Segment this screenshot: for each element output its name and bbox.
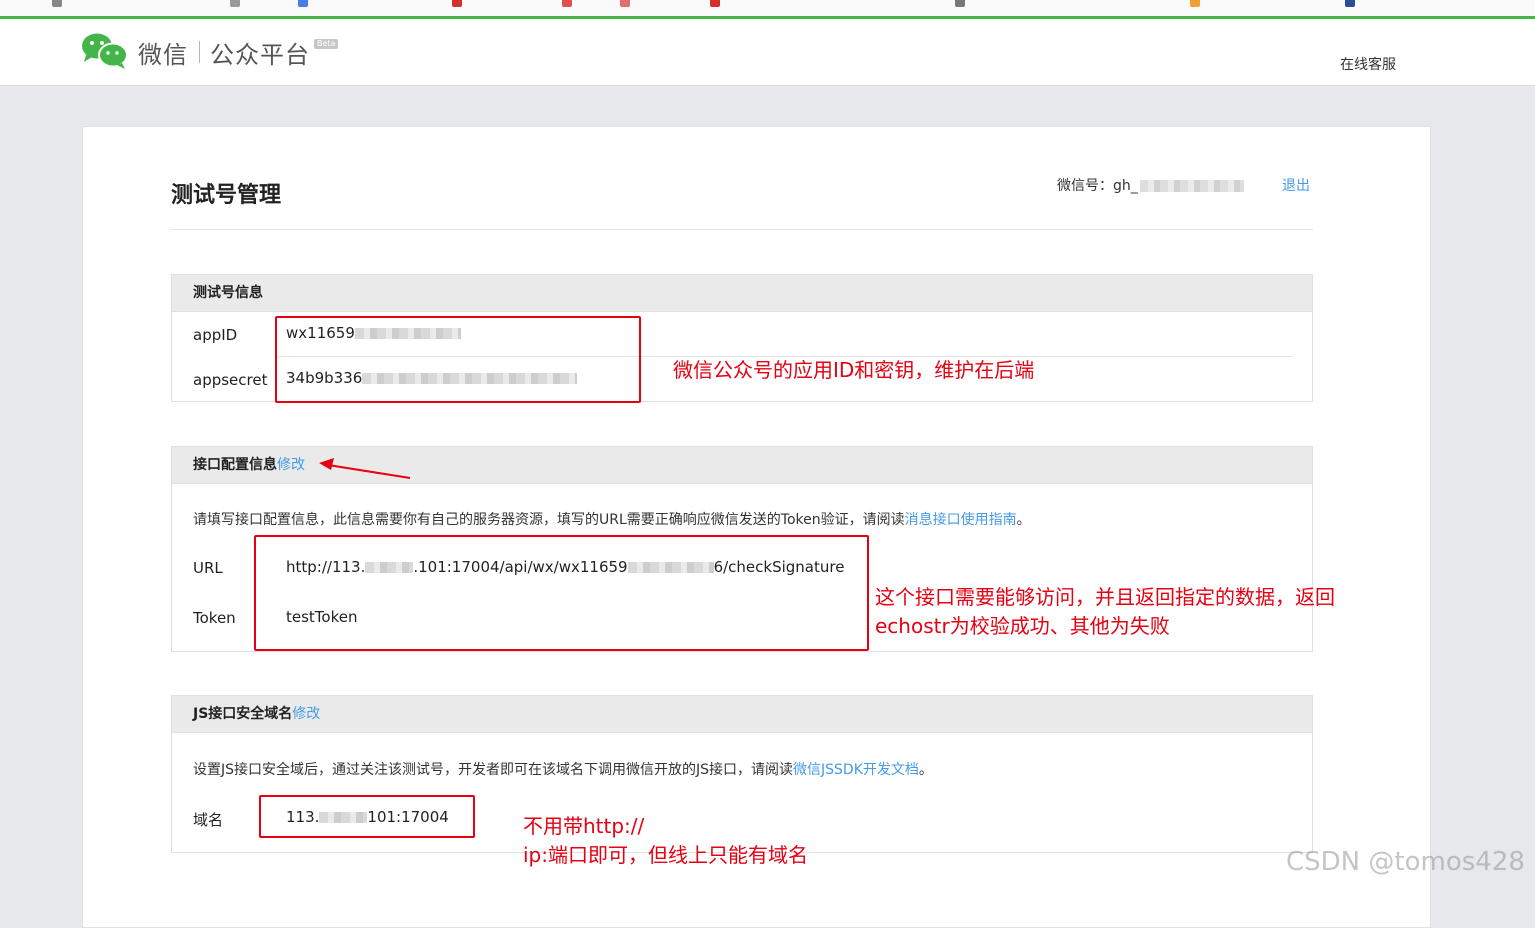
bookmark-icon[interactable] — [298, 0, 312, 8]
annotation-note-domain: 不用带http:// ip:端口即可，但线上只能有域名 — [523, 812, 808, 870]
bookmark-icon[interactable] — [452, 0, 466, 8]
message-guide-link[interactable]: 消息接口使用指南 — [905, 512, 1017, 528]
description-text: 设置JS接口安全域后，通过关注该测试号，开发者即可在该域名下调用微信开放的JS接… — [193, 762, 794, 778]
brand-name: 微信 — [138, 41, 188, 69]
bookmark-icon[interactable] — [1190, 0, 1204, 8]
appid-label: appID — [193, 326, 238, 344]
bookmark-icon[interactable] — [710, 0, 724, 8]
panel-heading-text: JS接口安全域名 — [193, 706, 293, 722]
bookmark-icon[interactable] — [1345, 0, 1359, 8]
edit-js-domain-link[interactable]: 修改 — [292, 706, 320, 722]
site-header: 微信 公众平台 Beta 在线客服 — [0, 19, 1535, 86]
domain-label: 域名 — [193, 811, 224, 829]
account-info: 微信号：gh_ — [1057, 175, 1244, 195]
url-label: URL — [193, 559, 223, 577]
js-domain-description: 设置JS接口安全域后，通过关注该测试号，开发者即可在该域名下调用微信开放的JS接… — [193, 759, 933, 779]
watermark: CSDN @tomos428 — [1286, 847, 1525, 877]
description-text: 请填写接口配置信息，此信息需要你有自己的服务器资源，填写的URL需要正确响应微信… — [193, 512, 905, 528]
brand-divider — [199, 41, 200, 63]
token-label: Token — [193, 609, 236, 627]
panel-heading-text: 测试号信息 — [193, 285, 263, 301]
annotation-box-interface — [254, 535, 869, 651]
annotation-arrow-icon — [319, 458, 411, 479]
account-label: 微信号： — [1057, 178, 1113, 194]
annotation-box-credentials — [275, 316, 641, 403]
panel-heading: JS接口安全域名修改 — [172, 696, 1312, 733]
appsecret-label: appsecret — [193, 371, 268, 389]
annotation-note-interface: 这个接口需要能够访问，并且返回指定的数据，返回 echostr为校验成功、其他为… — [875, 583, 1335, 641]
interface-description: 请填写接口配置信息，此信息需要你有自己的服务器资源，填写的URL需要正确响应微信… — [193, 509, 1031, 529]
edit-interface-config-link[interactable]: 修改 — [277, 457, 305, 473]
bookmark-icon[interactable] — [230, 0, 244, 8]
panel-heading-text: 接口配置信息 — [193, 457, 277, 473]
divider — [171, 229, 1313, 230]
bookmark-icon[interactable] — [52, 0, 66, 8]
beta-badge: Beta — [314, 39, 339, 49]
brand-subtitle: 公众平台 — [210, 41, 310, 69]
bookmark-icon[interactable] — [620, 0, 634, 8]
annotation-box-domain — [259, 795, 475, 838]
annotation-line: 这个接口需要能够访问，并且返回指定的数据，返回 — [875, 585, 1335, 609]
description-end: 。 — [1016, 512, 1031, 528]
jssdk-doc-link[interactable]: 微信JSSDK开发文档 — [793, 762, 919, 778]
bookmark-icon[interactable] — [955, 0, 969, 8]
annotation-line: 不用带http:// — [523, 814, 645, 838]
wechat-logo-icon[interactable] — [80, 31, 130, 71]
annotation-line: echostr为校验成功、其他为失败 — [875, 614, 1170, 638]
bookmark-icon[interactable] — [562, 0, 576, 8]
logout-link[interactable]: 退出 — [1282, 175, 1310, 195]
online-service-link[interactable]: 在线客服 — [1340, 54, 1396, 74]
bookmarks-bar — [0, 0, 1535, 16]
annotation-note-credentials: 微信公众号的应用ID和密钥，维护在后端 — [673, 358, 1035, 382]
description-end: 。 — [918, 762, 933, 778]
panel-heading: 测试号信息 — [172, 275, 1312, 312]
annotation-line: ip:端口即可，但线上只能有域名 — [523, 843, 808, 867]
page-title: 测试号管理 — [171, 183, 282, 208]
redacted-blur — [1139, 180, 1244, 192]
account-value: gh_ — [1113, 178, 1138, 194]
